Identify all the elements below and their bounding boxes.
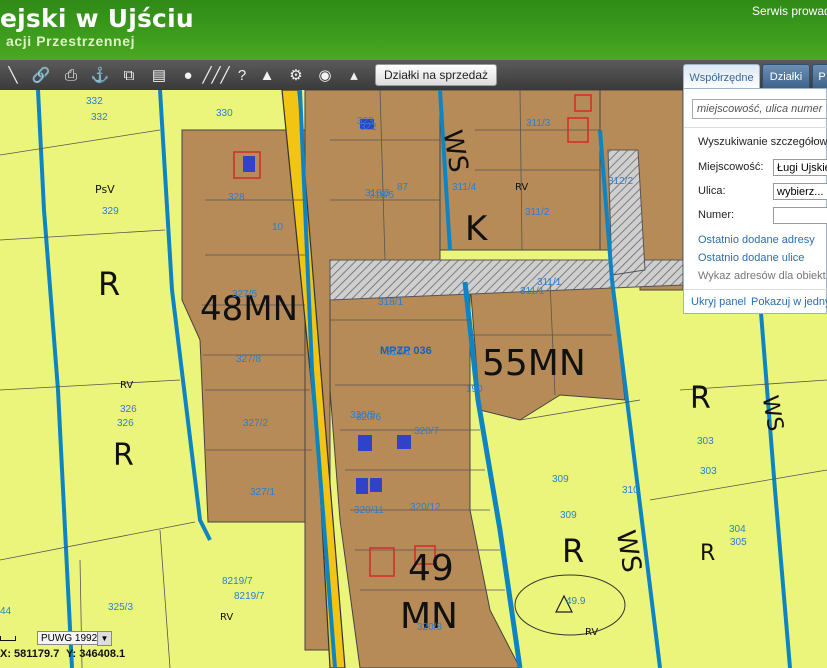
copy-icon[interactable]: ⧉ [118, 65, 140, 85]
settings-icon[interactable]: ⚙ [285, 65, 307, 85]
detailed-search-title: Wyszukiwanie szczegółow [698, 136, 827, 148]
parcel-number: 325/3 [108, 602, 133, 613]
x-coordinate: X: 581179.7 [0, 648, 60, 660]
parcel-number: 304 [729, 524, 746, 535]
parcel-number: 327/5 [232, 289, 257, 300]
zone-label: R [690, 381, 711, 416]
service-link[interactable]: Serwis prowad [752, 4, 827, 18]
triangle-icon[interactable]: ▲ [256, 65, 278, 85]
parcel-number: 332 [86, 96, 103, 107]
parcel-number: 87 [397, 182, 409, 193]
crs-dropdown-button[interactable]: ▼ [97, 631, 112, 646]
comment-icon[interactable]: ● [177, 65, 199, 85]
zone-label: RV [585, 627, 598, 638]
address-search-input[interactable]: miejscowość, ulica numer [692, 99, 827, 119]
layout-icon[interactable]: ▤ [148, 65, 170, 85]
recent-streets-link[interactable]: Ostatnio dodane ulice [698, 252, 804, 264]
show-single-link[interactable]: Pokazuj w jedny [751, 296, 827, 308]
parcel-number: 309 [560, 510, 577, 521]
number-label: Numer: [698, 209, 735, 221]
parcel-number: 190 [466, 384, 483, 395]
parcel-number: 320/12 [410, 502, 441, 513]
zone-code-label: 55MN [482, 343, 586, 384]
search-panel: miejscowość, ulica numer Wyszukiwanie sz… [683, 88, 827, 314]
zone-label: RV [515, 182, 528, 193]
recent-addresses-link[interactable]: Ostatnio dodane adresy [698, 234, 815, 246]
parcel-number: 311/3 [526, 118, 551, 129]
zone-label: R [98, 265, 120, 303]
number-field[interactable] [773, 207, 827, 224]
zone-label: RV [220, 612, 233, 623]
parcel-number: 318/1 [378, 297, 403, 308]
mountain-icon[interactable]: ▴ [343, 65, 365, 85]
divider [684, 127, 827, 128]
anchor-icon[interactable]: ⚓ [89, 65, 111, 85]
parcel-number: 8219/7 [234, 591, 265, 602]
city-select[interactable]: Ługi Ujskie [773, 159, 827, 176]
local-road-ne [607, 149, 646, 276]
parcel-number: 327/8 [236, 354, 261, 365]
parcel-number: 328 [228, 192, 245, 203]
y-coordinate: Y: 346408.1 [66, 648, 126, 660]
zone-code-label: 49 [408, 548, 454, 589]
parcel-number: 326 [120, 404, 137, 415]
hatch-icon[interactable]: ╱╱╱ [202, 65, 229, 85]
parcel-number: 327/1 [250, 487, 275, 498]
app-title: ejski w Ujściu [0, 4, 194, 33]
parcel-number: 332 [91, 112, 108, 123]
parcel-number: 320/8 [417, 622, 442, 633]
zone-label: RV [120, 380, 133, 391]
zone-label: PsV [95, 183, 115, 196]
parcel-number: 44 [0, 606, 12, 617]
plots-for-sale-button[interactable]: Działki na sprzedaż [375, 64, 497, 86]
parcel-number: 329 [102, 206, 119, 217]
help-icon[interactable]: ? [231, 65, 253, 85]
app-header: ejski w Ujściu acji Przestrzennej Serwis… [0, 0, 827, 60]
zone-label: R [562, 532, 584, 570]
parcel-number: 318/5 [369, 190, 394, 201]
address-list-info: Wykaz adresów dla obiekt [698, 270, 826, 282]
zone-label: R [113, 438, 134, 473]
measure-chain-icon[interactable]: 🔗 [30, 65, 52, 85]
parcel-number: 319/1 [386, 347, 411, 358]
parcel-number: 311/1 [537, 277, 562, 288]
parcel-number: 327/2 [243, 418, 268, 429]
parcel-number: 303 [700, 466, 717, 477]
parcel-number: 310 [622, 485, 639, 496]
parcel-number: 10 [272, 222, 284, 233]
scale-bar-icon [0, 636, 16, 641]
parcel-number: 323 [357, 116, 374, 127]
chevron-down-icon: ▼ [100, 634, 109, 643]
parcel-number: 330 [216, 108, 233, 119]
parcel-number: 320/7 [414, 426, 439, 437]
parcel-number: 305 [730, 537, 747, 548]
measure-line-icon[interactable]: ╲ [2, 65, 24, 85]
tab-coordinates[interactable]: Współrzędne [683, 64, 760, 90]
tab-plots[interactable]: Działki [762, 64, 810, 88]
city-label: Miejscowość: [698, 161, 764, 173]
parcel-number: 312/2 [608, 176, 633, 187]
parcel-number: 49.9 [566, 596, 586, 607]
parcel-number: 311/2 [525, 207, 550, 218]
app-subtitle: acji Przestrzennej [6, 33, 136, 49]
crs-value: PUWG 1992 [41, 632, 98, 644]
zone-label: R [700, 541, 715, 566]
parcel-number: 311/4 [452, 182, 477, 193]
print-icon[interactable]: ⎙ [60, 65, 82, 85]
tab-more[interactable]: P [812, 64, 827, 88]
divider [684, 289, 827, 290]
zone-code-label: K [465, 209, 489, 249]
street-label: Ulica: [698, 185, 726, 197]
side-panel-tabs: Współrzędne Działki P [683, 64, 827, 90]
parcel-number: 8219/7 [222, 576, 253, 587]
parcel-number: 303 [697, 436, 714, 447]
parcel-number: 320/6 [356, 412, 381, 423]
parcel-number: 326 [117, 418, 134, 429]
parcel-number: 320/11 [354, 505, 384, 516]
street-select[interactable]: wybierz... [773, 183, 827, 200]
pin-icon[interactable]: ◉ [314, 65, 336, 85]
parcel-number: 309 [552, 474, 569, 485]
hide-panel-link[interactable]: Ukryj panel [691, 296, 746, 308]
